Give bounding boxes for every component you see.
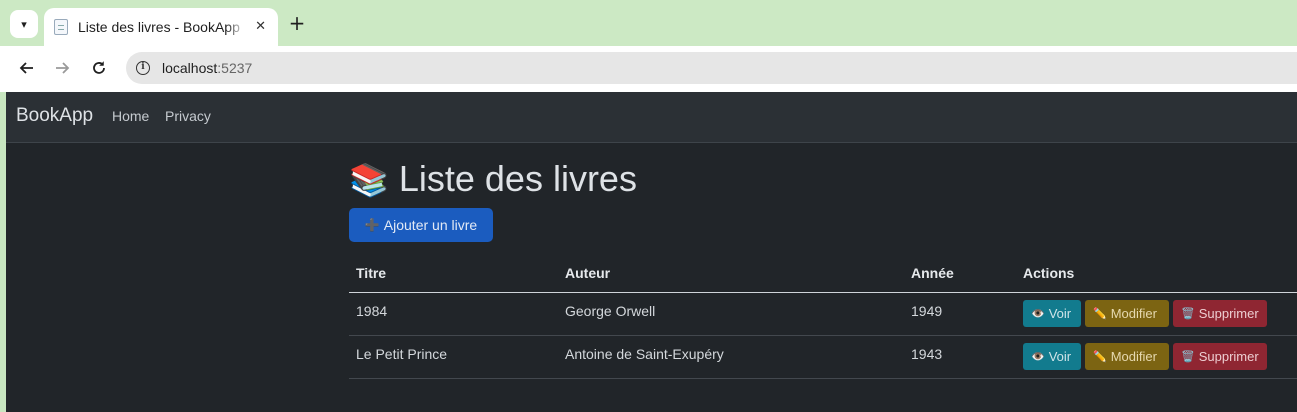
page-title-text: Liste des livres (398, 158, 637, 199)
trash-icon: 🗑️ (1181, 308, 1195, 320)
view-label: Voir (1048, 349, 1072, 364)
delete-label: Supprimer (1198, 306, 1259, 321)
delete-button[interactable]: 🗑️ Supprimer (1173, 300, 1267, 327)
pencil-icon: ✏️ (1093, 351, 1107, 363)
web-page: BookApp Home Privacy 📚 Liste des livres … (6, 92, 1297, 412)
brand-link[interactable]: BookApp (16, 105, 93, 127)
info-icon[interactable]: i (136, 61, 150, 75)
cell-annee: 1949 (911, 303, 943, 319)
new-tab-button[interactable]: + (286, 13, 308, 35)
cell-annee: 1943 (911, 346, 943, 362)
table-header: Titre Auteur Année Actions (349, 254, 1297, 293)
edit-button[interactable]: ✏️ Modifier (1085, 343, 1169, 370)
cell-titre: 1984 (356, 303, 388, 319)
plus-icon: ➕ (364, 218, 380, 232)
table-row: 1984 George Orwell 1949 👁️ Voir ✏️ Modif… (349, 293, 1297, 336)
books-icon: 📚 (349, 162, 389, 198)
header-titre: Titre (356, 265, 387, 281)
table-row: Le Petit Prince Antoine de Saint-Exupéry… (349, 336, 1297, 379)
pencil-icon: ✏️ (1093, 308, 1107, 320)
eye-icon: 👁️ (1031, 308, 1045, 320)
forward-arrow-icon[interactable] (50, 56, 74, 80)
back-arrow-icon[interactable] (15, 56, 39, 80)
url-text: localhost:5237 (162, 60, 253, 76)
header-annee: Année (911, 265, 954, 281)
row-actions: 👁️ Voir ✏️ Modifier 🗑️ Supprimer (1023, 300, 1267, 327)
view-button[interactable]: 👁️ Voir (1023, 300, 1081, 327)
add-book-button[interactable]: ➕ Ajouter un livre (349, 208, 493, 242)
view-button[interactable]: 👁️ Voir (1023, 343, 1081, 370)
header-auteur: Auteur (565, 265, 611, 281)
address-bar[interactable]: i localhost:5237 (126, 52, 1297, 84)
page-title: 📚 Liste des livres (349, 158, 637, 200)
edit-label: Modifier (1110, 306, 1157, 321)
tab-title: Liste des livres - BookApp (78, 19, 240, 35)
nav-link-home[interactable]: Home (112, 108, 149, 124)
view-label: Voir (1048, 306, 1072, 321)
cell-titre: Le Petit Prince (356, 346, 448, 362)
browser-toolbar: i localhost:5237 (0, 46, 1297, 90)
cell-auteur: George Orwell (565, 303, 656, 319)
add-book-label: Ajouter un livre (383, 217, 478, 233)
cell-auteur: Antoine de Saint-Exupéry (565, 346, 724, 362)
browser-window: ▾ Liste des livres - BookApp ✕ + i local… (0, 0, 1297, 412)
edit-button[interactable]: ✏️ Modifier (1085, 300, 1169, 327)
close-icon[interactable]: ✕ (255, 19, 266, 34)
eye-icon: 👁️ (1031, 351, 1045, 363)
reload-icon[interactable] (87, 56, 111, 80)
nav-link-privacy[interactable]: Privacy (165, 108, 211, 124)
document-favicon-icon (54, 19, 68, 35)
delete-button[interactable]: 🗑️ Supprimer (1173, 343, 1267, 370)
site-navbar: BookApp Home Privacy (6, 92, 1297, 143)
header-actions: Actions (1023, 265, 1075, 281)
delete-label: Supprimer (1198, 349, 1259, 364)
browser-tab[interactable]: Liste des livres - BookApp ✕ (44, 8, 278, 46)
trash-icon: 🗑️ (1181, 351, 1195, 363)
books-table: Titre Auteur Année Actions 1984 George O… (349, 254, 1297, 379)
row-actions: 👁️ Voir ✏️ Modifier 🗑️ Supprimer (1023, 343, 1267, 370)
tab-strip: ▾ Liste des livres - BookApp ✕ + (0, 0, 1297, 46)
edit-label: Modifier (1110, 349, 1157, 364)
tab-search-icon[interactable]: ▾ (10, 10, 38, 38)
